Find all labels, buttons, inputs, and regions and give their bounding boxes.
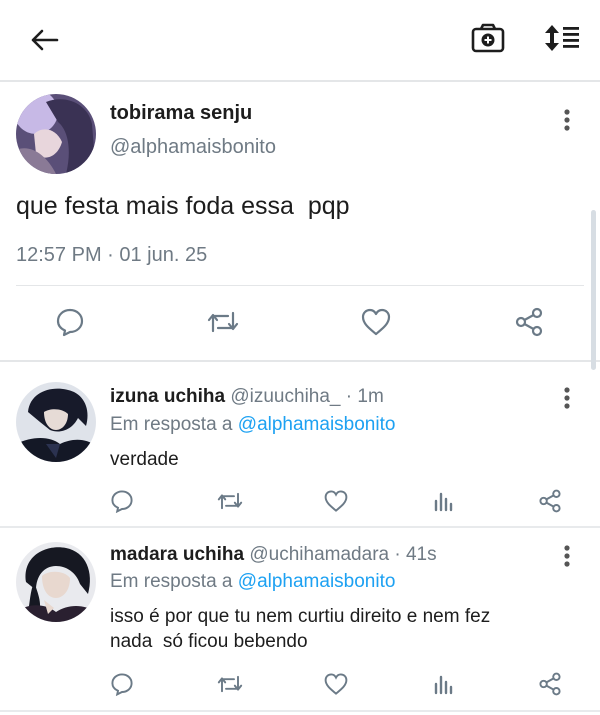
share-icon: [515, 307, 543, 337]
stats-divider: [16, 285, 584, 286]
heart-icon: [361, 308, 391, 336]
author-handle-time: @izuuchiha_ · 1m: [230, 386, 384, 407]
reply-prefix: Em resposta a: [110, 571, 233, 592]
heart-icon: [324, 673, 348, 695]
reply-text: verdade: [110, 449, 179, 470]
like-button[interactable]: [321, 669, 351, 699]
author-handle[interactable]: @alphamaisbonito: [110, 136, 276, 159]
author-name[interactable]: tobirama senju: [110, 102, 252, 125]
comment-icon: [56, 308, 84, 337]
like-button[interactable]: [321, 486, 351, 516]
top-bar: [0, 0, 600, 82]
share-icon: [539, 489, 561, 513]
reply-to-link[interactable]: @alphamaisbonito: [238, 414, 396, 435]
retweet-icon: [217, 675, 243, 693]
more-options-button[interactable]: [558, 108, 576, 134]
reply-text-line: nada só ficou bebendo: [110, 631, 308, 652]
avatar[interactable]: [16, 94, 96, 174]
camera-plus-icon: [471, 23, 505, 53]
author-name[interactable]: madara uchiha: [110, 544, 244, 565]
reply-item[interactable]: madara uchiha @uchihamadara · 41s Em res…: [0, 528, 600, 712]
bar-chart-icon: [434, 675, 453, 695]
heart-icon: [324, 490, 348, 512]
more-options-button[interactable]: [558, 386, 576, 412]
main-tweet: tobirama senju @alphamaisbonito que fest…: [0, 82, 600, 362]
share-button[interactable]: [534, 486, 566, 516]
analytics-button[interactable]: [428, 486, 458, 516]
avatar[interactable]: [16, 542, 96, 622]
author-name[interactable]: izuna uchiha: [110, 386, 225, 407]
retweet-icon: [217, 492, 243, 510]
scrollbar[interactable]: [591, 210, 596, 370]
reply-button[interactable]: [107, 486, 137, 516]
reply-button[interactable]: [50, 302, 90, 342]
more-vertical-icon: [564, 387, 570, 409]
more-options-button[interactable]: [558, 544, 576, 570]
analytics-button[interactable]: [428, 669, 458, 699]
like-button[interactable]: [356, 302, 396, 342]
retweet-button[interactable]: [214, 669, 246, 699]
sort-list-icon: [545, 25, 579, 51]
reply-button[interactable]: [107, 669, 137, 699]
share-button[interactable]: [508, 302, 550, 342]
more-vertical-icon: [564, 545, 570, 567]
bar-chart-icon: [434, 492, 453, 512]
retweet-button[interactable]: [203, 302, 243, 342]
reply-text-line: isso é por que tu nem curtiu direito e n…: [110, 606, 491, 627]
share-icon: [539, 672, 561, 696]
comment-icon: [111, 673, 133, 696]
tweet-timestamp: 12:57 PM · 01 jun. 25: [16, 244, 208, 266]
avatar[interactable]: [16, 382, 96, 462]
retweet-button[interactable]: [214, 486, 246, 516]
author-handle-time: @uchihamadara · 41s: [249, 544, 437, 565]
tweet-text: que festa mais foda essa pqp: [16, 192, 350, 220]
more-vertical-icon: [564, 109, 570, 131]
camera-button[interactable]: [466, 18, 510, 58]
reply-prefix: Em resposta a: [110, 414, 233, 435]
arrow-left-icon: [31, 29, 59, 51]
reply-to-link[interactable]: @alphamaisbonito: [238, 571, 396, 592]
share-button[interactable]: [534, 669, 566, 699]
reply-item[interactable]: izuna uchiha @izuuchiha_ · 1m Em respost…: [0, 362, 600, 528]
comment-icon: [111, 490, 133, 513]
sort-button[interactable]: [540, 18, 586, 58]
back-button[interactable]: [22, 22, 66, 58]
retweet-icon: [207, 311, 239, 333]
